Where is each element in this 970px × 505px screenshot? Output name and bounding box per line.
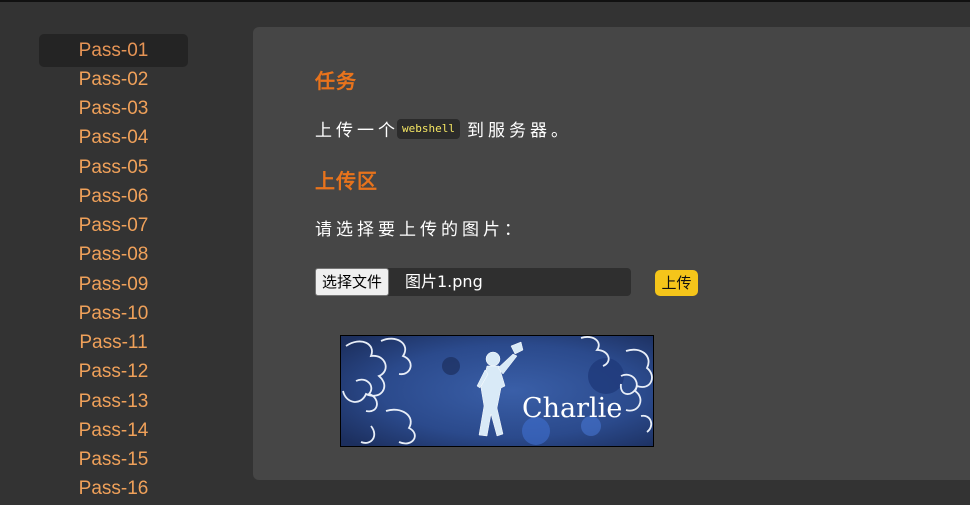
sidebar-item-pass-08[interactable]: Pass-08	[39, 238, 188, 271]
sidebar-item-pass-04[interactable]: Pass-04	[39, 121, 188, 154]
sidebar-item-pass-16[interactable]: Pass-16	[39, 472, 188, 505]
webshell-code: webshell	[397, 118, 460, 139]
sidebar-nav: Pass-01 Pass-02 Pass-03 Pass-04 Pass-05 …	[0, 2, 230, 499]
sidebar-item-pass-12[interactable]: Pass-12	[39, 355, 188, 388]
preview-caption: Charlie	[522, 393, 622, 424]
selected-file-name: 图片1.png	[405, 272, 483, 291]
content-panel: 任务 上传一个 webshell 到服务器。 上传区 请选择要上传的图片： 选择…	[253, 27, 970, 480]
task-heading: 任务	[315, 69, 357, 93]
task-text-before: 上传一个	[315, 121, 399, 141]
upload-prompt: 请选择要上传的图片：	[315, 220, 525, 240]
file-input[interactable]: 选择文件 图片1.png	[315, 268, 631, 296]
task-text-after: 到服务器。	[466, 121, 572, 141]
upload-button[interactable]: 上传	[655, 270, 698, 296]
upload-heading: 上传区	[315, 169, 378, 193]
task-description: 上传一个 webshell 到服务器。	[315, 116, 572, 141]
uploaded-image-preview: Charlie	[340, 335, 654, 447]
preview-artwork: Charlie	[341, 336, 653, 446]
choose-file-button[interactable]: 选择文件	[315, 268, 390, 296]
